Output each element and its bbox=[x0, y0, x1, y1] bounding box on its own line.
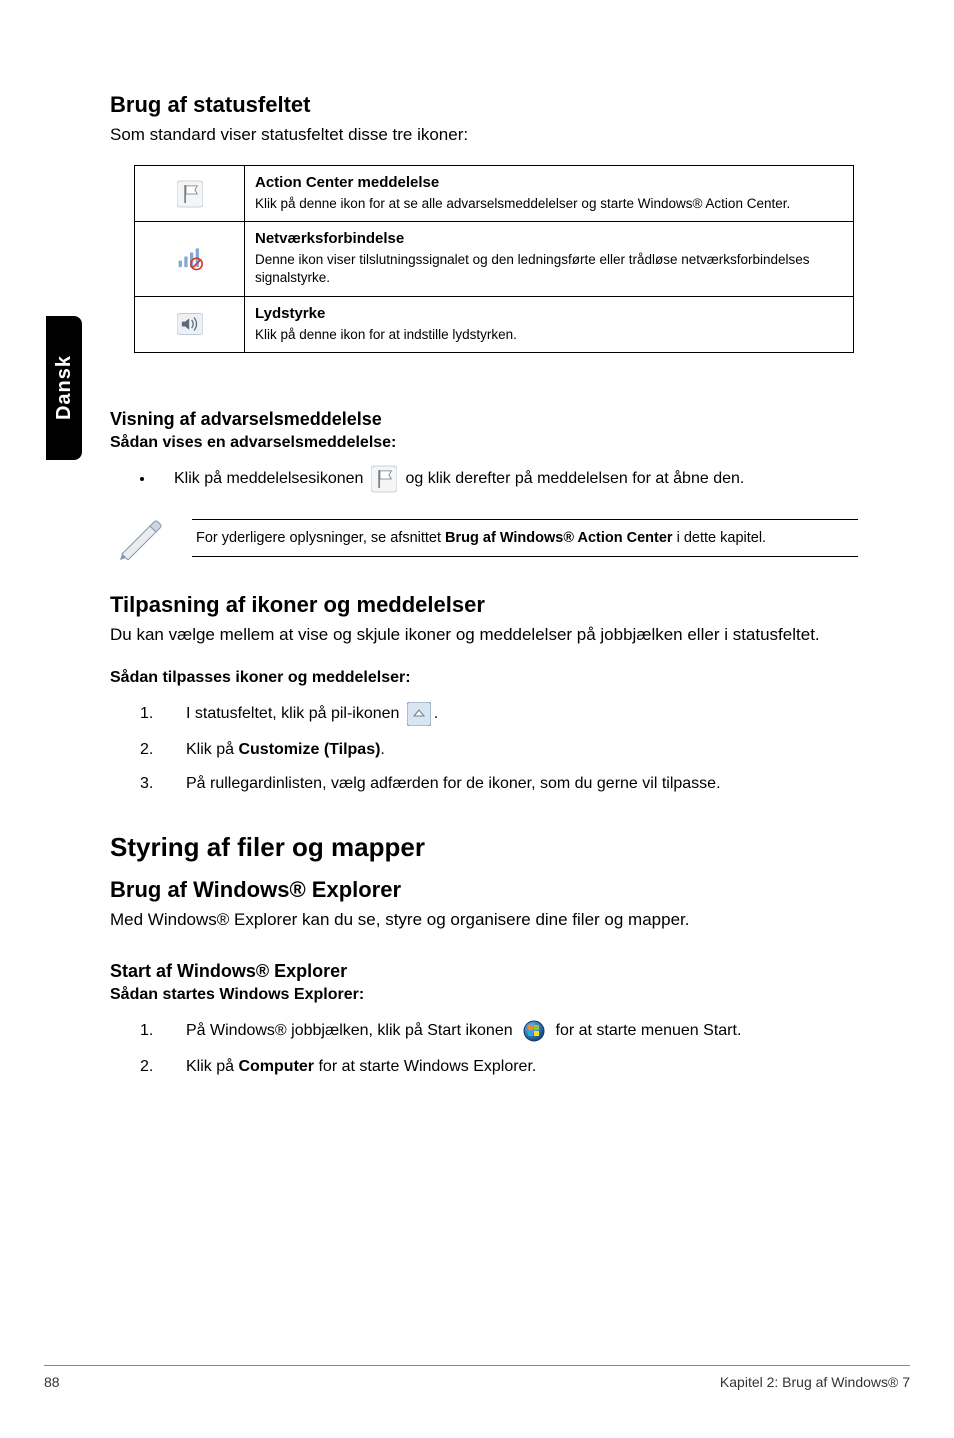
cell-desc-action-center: Action Center meddelelse Klik på denne i… bbox=[245, 165, 854, 221]
step1-text: I statusfeltet, klik på pil-ikonen bbox=[186, 705, 399, 722]
step2-a: Klik på bbox=[186, 741, 238, 758]
note-box: For yderligere oplysninger, se afsnittet… bbox=[192, 519, 858, 557]
arrow-up-icon bbox=[406, 701, 432, 727]
step3-text: På rullegardinlisten, vælg adfærden for … bbox=[186, 773, 721, 795]
lead-tilpasning: Du kan vælge mellem at vise og skjule ik… bbox=[110, 624, 858, 647]
bullet-text-a: Klik på meddelelsesikonen bbox=[174, 470, 363, 488]
subheading-tilpasning: Sådan tilpasses ikoner og meddelelser: bbox=[110, 669, 858, 687]
page-number: 88 bbox=[44, 1374, 60, 1390]
steps-explorer: 1. På Windows® jobbjælken, klik på Start… bbox=[140, 1018, 858, 1078]
list-item: 2. Klik på Customize (Tilpas). bbox=[140, 739, 858, 761]
step1-a: På Windows® jobbjælken, klik på Start ik… bbox=[186, 1023, 513, 1040]
page-footer: 88 Kapitel 2: Brug af Windows® 7 bbox=[44, 1365, 910, 1390]
step2-bold: Customize (Tilpas) bbox=[238, 741, 380, 758]
table-row: Netværksforbindelse Denne ikon viser til… bbox=[135, 222, 854, 296]
heading-tilpasning: Tilpasning af ikoner og meddelelser bbox=[110, 592, 858, 618]
heading-styring: Styring af filer og mapper bbox=[110, 832, 858, 863]
subsubheading-start-explorer: Sådan startes Windows Explorer: bbox=[110, 986, 858, 1004]
network-icon bbox=[177, 246, 203, 272]
main-content: Brug af statusfeltet Som standard viser … bbox=[110, 92, 858, 1091]
table-row: Action Center meddelelse Klik på denne i… bbox=[135, 165, 854, 221]
subheading-advarsel: Sådan vises en advarselsmeddelelse: bbox=[110, 434, 858, 452]
step1-end: . bbox=[434, 705, 438, 722]
side-tab-label: Dansk bbox=[53, 355, 76, 420]
table-row: Lydstyrke Klik på denne ikon for at inds… bbox=[135, 296, 854, 352]
chapter-label: Kapitel 2: Brug af Windows® 7 bbox=[720, 1374, 910, 1390]
note-row: For yderligere oplysninger, se afsnittet… bbox=[112, 514, 858, 562]
row-desc: Denne ikon viser tilslutningssignalet og… bbox=[255, 252, 810, 285]
side-tab: Dansk bbox=[46, 316, 82, 460]
cell-desc-volume: Lydstyrke Klik på denne ikon for at inds… bbox=[245, 296, 854, 352]
note-text-bold: Brug af Windows® Action Center bbox=[445, 530, 673, 546]
step2-bold: Computer bbox=[238, 1058, 314, 1075]
steps-tilpasning: 1. I statusfeltet, klik på pil-ikonen . … bbox=[140, 701, 858, 796]
heading-statusfelt: Brug af statusfeltet bbox=[110, 92, 858, 118]
note-text-b: i dette kapitel. bbox=[673, 530, 767, 546]
cell-icon-volume bbox=[135, 296, 245, 352]
flag-icon bbox=[177, 181, 203, 207]
step-number: 1. bbox=[140, 1020, 160, 1042]
step2-b: . bbox=[380, 741, 384, 758]
lead-explorer: Med Windows® Explorer kan du se, styre o… bbox=[110, 909, 858, 932]
list-item: 2. Klik på Computer for at starte Window… bbox=[140, 1056, 858, 1078]
row-desc: Klik på denne ikon for at indstille lyds… bbox=[255, 327, 517, 342]
step2-a: Klik på bbox=[186, 1058, 238, 1075]
status-icon-table: Action Center meddelelse Klik på denne i… bbox=[134, 165, 854, 353]
list-item: 1. I statusfeltet, klik på pil-ikonen . bbox=[140, 701, 858, 727]
row-title: Lydstyrke bbox=[255, 305, 843, 322]
step-number: 1. bbox=[140, 703, 160, 725]
list-item: 1. På Windows® jobbjælken, klik på Start… bbox=[140, 1018, 858, 1044]
step-number: 2. bbox=[140, 739, 160, 761]
flag-icon bbox=[371, 466, 397, 492]
subheading-start-explorer: Start af Windows® Explorer bbox=[110, 961, 858, 982]
heading-explorer: Brug af Windows® Explorer bbox=[110, 877, 858, 903]
step2-b: for at starte Windows Explorer. bbox=[314, 1058, 536, 1075]
list-item: 3. På rullegardinlisten, vælg adfærden f… bbox=[140, 773, 858, 795]
cell-icon-action-center bbox=[135, 165, 245, 221]
bullet-advarsel: Klik på meddelelsesikonen og klik dereft… bbox=[140, 466, 858, 492]
cell-desc-network: Netværksforbindelse Denne ikon viser til… bbox=[245, 222, 854, 296]
note-text-a: For yderligere oplysninger, se afsnittet bbox=[196, 530, 445, 546]
lead-statusfelt: Som standard viser statusfeltet disse tr… bbox=[110, 124, 858, 147]
pencil-icon bbox=[112, 514, 170, 562]
bullet-text-b: og klik derefter på meddelelsen for at å… bbox=[405, 470, 744, 488]
step-number: 3. bbox=[140, 773, 160, 795]
step-number: 2. bbox=[140, 1056, 160, 1078]
windows-start-orb-icon bbox=[521, 1018, 547, 1044]
heading-advarsel: Visning af advarselsmeddelelse bbox=[110, 409, 858, 430]
cell-icon-network bbox=[135, 222, 245, 296]
bullet-dot-icon bbox=[140, 477, 144, 481]
row-title: Netværksforbindelse bbox=[255, 230, 843, 247]
volume-icon bbox=[177, 311, 203, 337]
step1-b: for at starte menuen Start. bbox=[556, 1023, 742, 1040]
row-desc: Klik på denne ikon for at se alle advars… bbox=[255, 196, 790, 211]
row-title: Action Center meddelelse bbox=[255, 174, 843, 191]
